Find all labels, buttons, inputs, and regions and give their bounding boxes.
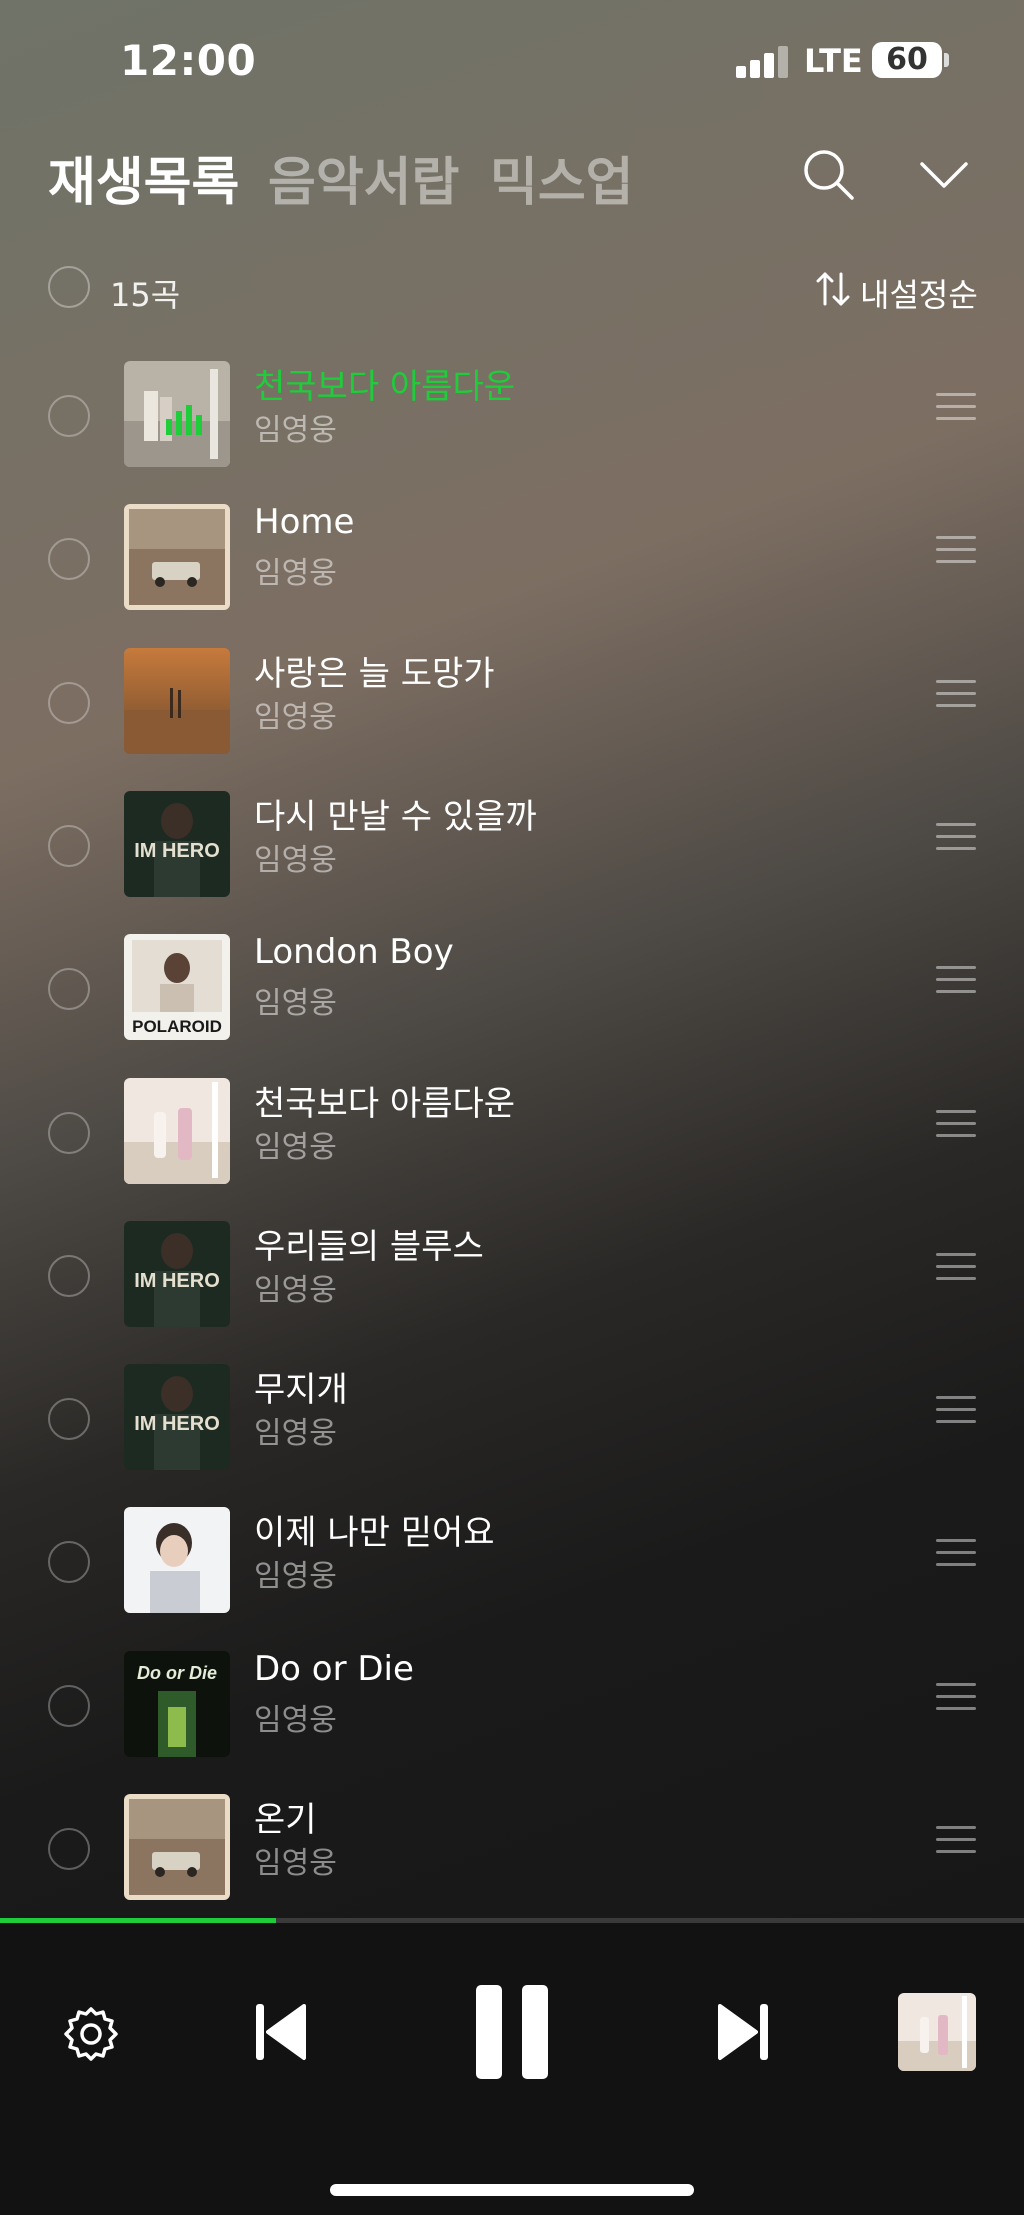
- track-title: Home: [254, 502, 355, 543]
- track-checkbox[interactable]: [48, 681, 90, 724]
- drag-handle-icon[interactable]: [936, 1682, 976, 1715]
- status-bar: 12:00 LTE 60: [0, 0, 1024, 120]
- track-artist: 임영웅: [254, 1559, 337, 1595]
- track-checkbox[interactable]: [48, 395, 90, 437]
- drag-handle-icon[interactable]: [936, 1109, 976, 1142]
- tab-music-drawer[interactable]: 음악서랍: [268, 140, 459, 215]
- album-art: Do or Die: [124, 1650, 230, 1757]
- track-row[interactable]: 천국보다 아름다운 임영웅: [0, 1062, 1024, 1205]
- track-artist: 임영웅: [254, 842, 337, 878]
- track-title: 천국보다 아름다운: [254, 1083, 516, 1124]
- track-title: 이제 나만 믿어요: [254, 1513, 495, 1554]
- track-artist: 임영웅: [254, 1846, 337, 1881]
- track-title: 다시 만날 수 있을까: [254, 796, 537, 837]
- track-checkbox[interactable]: [48, 1828, 90, 1870]
- sort-arrows-icon: [816, 272, 850, 306]
- album-art: POLAROID: [124, 934, 230, 1041]
- track-row[interactable]: IM HERO 우리들의 블루스 임영웅: [0, 1205, 1024, 1348]
- drag-handle-icon[interactable]: [936, 1539, 976, 1571]
- track-title: Do or Die: [254, 1648, 414, 1689]
- track-artist: 임영웅: [254, 986, 337, 1022]
- track-row[interactable]: 이제 나만 믿어요 임영웅: [0, 1491, 1024, 1634]
- album-art-text: IM HERO: [134, 1413, 220, 1435]
- track-checkbox[interactable]: [48, 538, 90, 581]
- track-title: 온기: [254, 1800, 317, 1840]
- track-checkbox[interactable]: [48, 1684, 90, 1727]
- search-icon[interactable]: [800, 146, 856, 202]
- track-artist: 임영웅: [254, 1272, 337, 1308]
- track-artist: 임영웅: [254, 556, 337, 592]
- album-art-text: IM HERO: [134, 840, 220, 862]
- track-artist: 임영웅: [254, 1702, 337, 1738]
- tab-mixup[interactable]: 믹스업: [490, 140, 634, 215]
- album-art: [124, 1794, 230, 1900]
- track-title: 우리들의 블루스: [254, 1226, 484, 1267]
- album-art: [124, 361, 230, 467]
- track-title: 사랑은 늘 도망가: [254, 653, 495, 694]
- album-art: [124, 1077, 230, 1184]
- album-art: IM HERO: [124, 1364, 230, 1471]
- drag-handle-icon[interactable]: [936, 966, 976, 998]
- track-row[interactable]: 사랑은 늘 도망가 임영웅: [0, 632, 1024, 775]
- track-count: 15곡: [110, 276, 181, 314]
- previous-track-icon[interactable]: [254, 2002, 308, 2062]
- tab-playlist[interactable]: 재생목록: [48, 140, 239, 215]
- track-row[interactable]: 천국보다 아름다운 임영웅: [0, 345, 1024, 488]
- drag-handle-icon[interactable]: [936, 1396, 976, 1428]
- track-checkbox[interactable]: [48, 1398, 90, 1441]
- list-header: 15곡 내설정순: [0, 264, 1024, 324]
- track-checkbox[interactable]: [48, 824, 90, 867]
- track-row[interactable]: IM HERO 다시 만날 수 있을까 임영웅: [0, 775, 1024, 918]
- track-checkbox[interactable]: [48, 1541, 90, 1584]
- album-art: [124, 647, 230, 754]
- track-artist: 임영웅: [254, 1129, 337, 1165]
- drag-handle-icon[interactable]: [936, 1826, 976, 1858]
- track-artist: 임영웅: [254, 1416, 337, 1452]
- track-title: London Boy: [254, 932, 454, 973]
- track-title: 천국보다 아름다운: [254, 367, 516, 407]
- album-art: IM HERO: [124, 790, 230, 897]
- track-title: 무지개: [254, 1370, 348, 1411]
- album-art-text: POLAROID: [132, 1017, 222, 1036]
- battery-icon: 60: [872, 42, 942, 78]
- track-row[interactable]: POLAROID London Boy 임영웅: [0, 918, 1024, 1061]
- track-checkbox[interactable]: [48, 1254, 90, 1297]
- signal-icon: [736, 46, 790, 78]
- select-all-checkbox[interactable]: [48, 266, 90, 308]
- next-track-icon[interactable]: [716, 2002, 770, 2062]
- now-playing-thumbnail[interactable]: [898, 1993, 976, 2071]
- album-art-text: IM HERO: [134, 1270, 220, 1292]
- sort-label: 내설정순: [860, 276, 978, 314]
- album-art: IM HERO: [124, 1220, 230, 1327]
- status-time: 12:00: [120, 36, 257, 85]
- pause-icon[interactable]: [474, 1983, 550, 2081]
- track-row[interactable]: Home 임영웅: [0, 488, 1024, 631]
- drag-handle-icon[interactable]: [936, 393, 976, 425]
- settings-gear-icon[interactable]: [62, 2005, 120, 2063]
- network-label: LTE: [804, 42, 863, 80]
- album-art: [124, 1507, 230, 1614]
- album-art-text: Do or Die: [137, 1663, 217, 1683]
- drag-handle-icon[interactable]: [936, 679, 976, 712]
- track-checkbox[interactable]: [48, 1111, 90, 1154]
- battery-cap: [944, 53, 949, 67]
- track-row[interactable]: 온기 임영웅: [0, 1778, 1024, 1921]
- drag-handle-icon[interactable]: [936, 536, 976, 568]
- track-row[interactable]: IM HERO 무지개 임영웅: [0, 1348, 1024, 1491]
- drag-handle-icon[interactable]: [936, 822, 976, 855]
- track-row[interactable]: Do or Die Do or Die 임영웅: [0, 1635, 1024, 1778]
- track-artist: 임영웅: [254, 699, 337, 735]
- track-checkbox[interactable]: [48, 968, 90, 1011]
- album-art: [124, 504, 230, 611]
- home-indicator: [330, 2184, 694, 2196]
- chevron-down-icon[interactable]: [916, 150, 972, 200]
- drag-handle-icon[interactable]: [936, 1252, 976, 1285]
- track-artist: 임영웅: [254, 413, 337, 448]
